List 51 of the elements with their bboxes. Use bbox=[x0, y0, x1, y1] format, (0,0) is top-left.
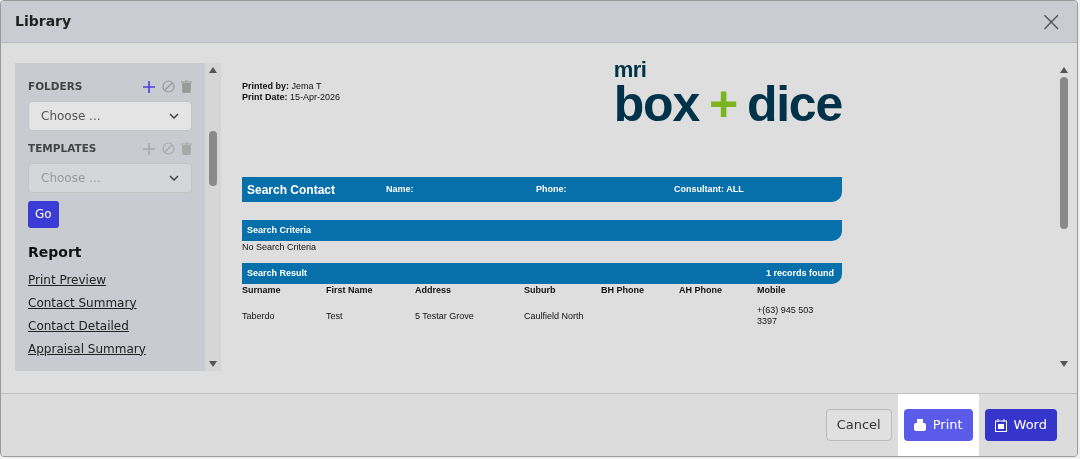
search-criteria-bar: Search Criteria bbox=[242, 220, 842, 241]
add-icon[interactable] bbox=[142, 79, 156, 94]
printer-icon bbox=[913, 419, 926, 431]
table-cell-text: 5 Testar Grove bbox=[415, 310, 475, 322]
close-button[interactable]: × bbox=[1039, 7, 1063, 36]
disable-icon[interactable] bbox=[162, 142, 175, 156]
printed-by-value: Jema T bbox=[291, 81, 322, 91]
table-cell-text: Taberdo bbox=[242, 310, 276, 322]
table-cell-text: Caulfield North bbox=[524, 310, 585, 322]
column-header: Suburb bbox=[524, 284, 557, 296]
word-button[interactable]: Word bbox=[984, 409, 1057, 441]
section-label: FOLDERS bbox=[28, 79, 83, 94]
scroll-down-icon[interactable] bbox=[209, 361, 217, 367]
table-cell-text: +(63) 945 503 3397 bbox=[757, 305, 815, 327]
scrollbar[interactable] bbox=[205, 63, 221, 371]
caret-icon bbox=[169, 174, 179, 181]
search-contact-bar: Search Contact Name: Phone: Consultant: ALL bbox=[242, 177, 842, 202]
column-header: Mobile bbox=[757, 284, 787, 296]
disable-icon[interactable] bbox=[162, 80, 175, 94]
scroll-down-icon[interactable] bbox=[1060, 361, 1068, 367]
calendar-icon bbox=[994, 418, 1007, 432]
report-link[interactable]: Print Preview bbox=[28, 270, 107, 289]
printed-by-label: Printed by: bbox=[242, 81, 289, 91]
print-date-label: Print Date: bbox=[242, 92, 288, 102]
search-result-bar: Search Result 1 records found bbox=[242, 263, 842, 284]
report-heading: Report bbox=[28, 242, 83, 262]
report-link[interactable]: Contact Summary bbox=[28, 293, 137, 312]
print-button[interactable]: Print bbox=[903, 409, 973, 441]
window-title: Library bbox=[15, 12, 72, 31]
choose-dropdown[interactable]: Choose ... bbox=[28, 100, 192, 131]
column-header: BH Phone bbox=[601, 284, 645, 296]
cancel-button[interactable]: Cancel bbox=[825, 409, 892, 441]
caret-icon bbox=[169, 112, 179, 119]
print-date-value: 15-Apr-2026 bbox=[290, 92, 341, 102]
logo: mri box + dice bbox=[613, 59, 842, 127]
go-button[interactable]: Go bbox=[28, 200, 59, 228]
section-label: TEMPLATES bbox=[28, 140, 97, 156]
column-header: Surname bbox=[242, 284, 282, 296]
table-cell-text: Test bbox=[326, 310, 344, 322]
column-header: First Name bbox=[326, 284, 374, 296]
column-header: Address bbox=[415, 284, 452, 296]
scroll-up-icon[interactable] bbox=[1060, 67, 1068, 73]
trash-icon[interactable] bbox=[181, 80, 192, 94]
report-link[interactable]: Contact Detailed bbox=[28, 316, 129, 335]
scroll-up-icon[interactable] bbox=[209, 67, 217, 73]
criteria-text: No Search Criteria bbox=[242, 241, 318, 253]
scroll-thumb[interactable] bbox=[209, 130, 217, 186]
report-link[interactable]: Appraisal Summary bbox=[28, 339, 146, 358]
column-header: AH Phone bbox=[679, 284, 723, 296]
trash-icon[interactable] bbox=[181, 142, 192, 156]
scroll-thumb[interactable] bbox=[1060, 77, 1068, 229]
